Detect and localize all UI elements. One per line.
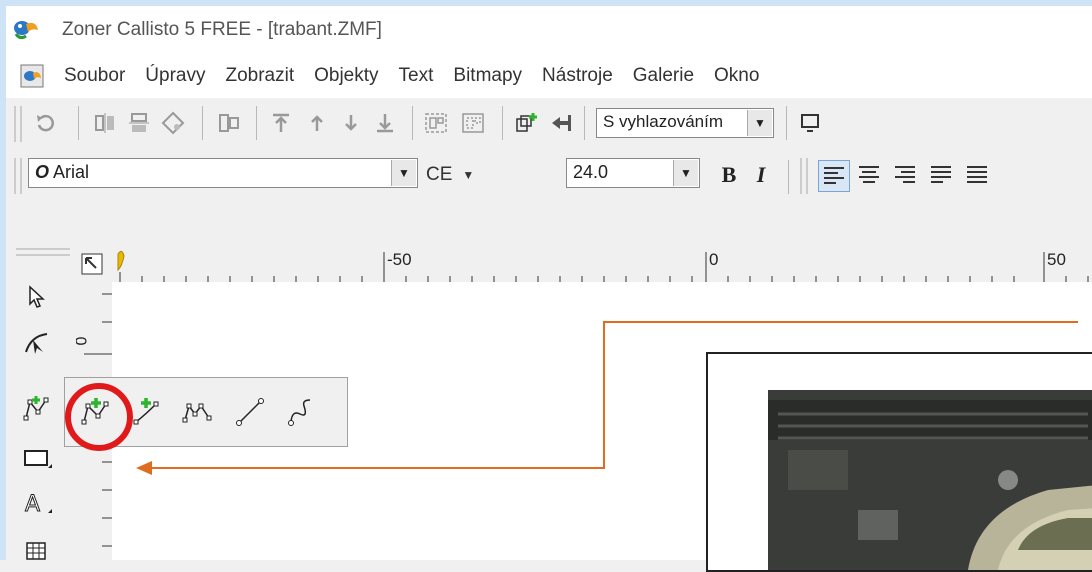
table-icon[interactable] [20,534,54,568]
svg-text:A: A [25,492,40,517]
shape-edit-icon[interactable] [20,326,54,360]
rectangle-icon[interactable] [20,442,54,476]
toolbox-grip[interactable] [16,248,70,256]
to-curve-icon[interactable] [285,395,319,429]
pointer-icon[interactable] [20,280,54,314]
text-icon[interactable]: A [20,486,54,520]
node-edit-tool-icon[interactable] [20,392,54,426]
to-line-icon[interactable] [233,395,267,429]
annotation-overlay [136,321,1078,475]
node-delete-icon[interactable] [181,395,215,429]
highlight-circle [65,383,133,451]
